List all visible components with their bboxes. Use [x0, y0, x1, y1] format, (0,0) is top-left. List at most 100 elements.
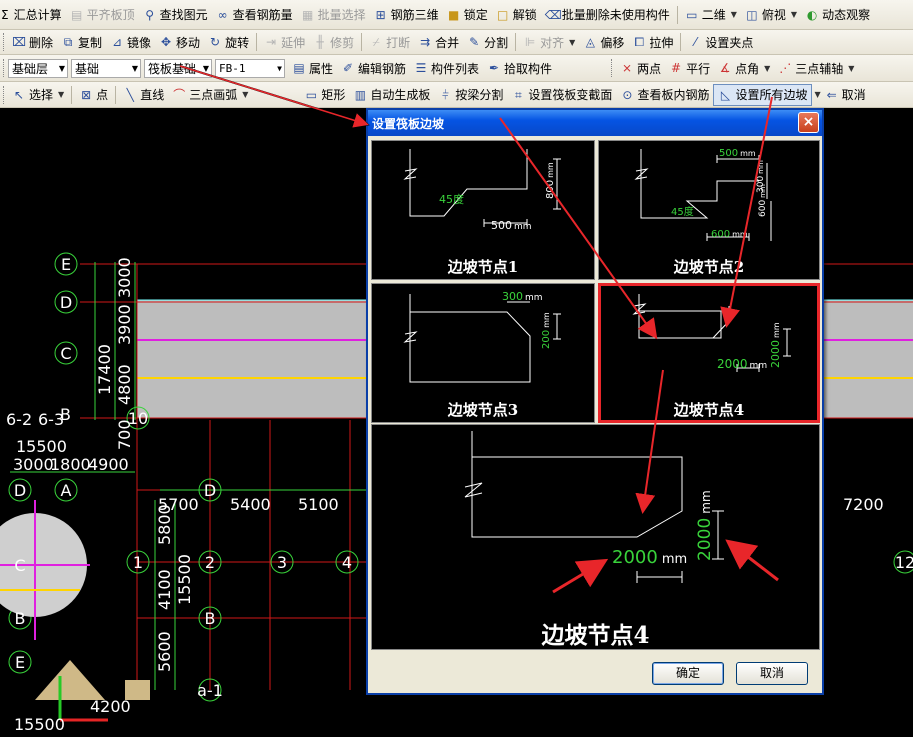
- unlock-button[interactable]: □ 解锁: [492, 4, 541, 26]
- extend-label: 延伸: [281, 35, 306, 50]
- axis-label: E: [61, 255, 71, 274]
- properties-label: 属性: [309, 61, 334, 76]
- close-button[interactable]: ×: [798, 112, 819, 133]
- line-icon: ╲: [126, 87, 134, 102]
- cancel-button[interactable]: 取消: [736, 662, 808, 685]
- mirror-button[interactable]: ⊿ 镜像: [106, 31, 155, 53]
- view-2d-dropdown[interactable]: ▭ 二维 ▼: [681, 4, 741, 26]
- slope-option-1[interactable]: 45度 500 mm 800mm 边坡节点1: [371, 140, 595, 280]
- merge-button[interactable]: ⇉ 合并: [414, 31, 463, 53]
- floor-select[interactable]: 基础层 ▼: [8, 58, 68, 78]
- trim-button[interactable]: ╫ 修剪: [309, 31, 358, 53]
- arc-tool-dropdown[interactable]: ⌒ 三点画弧 ▼: [168, 84, 252, 106]
- element-list-label: 构件列表: [431, 61, 480, 76]
- copy-button[interactable]: ⧉ 复制: [57, 31, 106, 53]
- batch-delete-unused-button[interactable]: ⌫ 批量删除未使用构件: [541, 4, 674, 26]
- point-tool-button[interactable]: ⊠ 点: [75, 84, 112, 106]
- point-angle-dropdown[interactable]: ∡ 点角 ▼: [714, 57, 774, 79]
- top-view-dropdown[interactable]: ◫ 俯视 ▼: [741, 4, 801, 26]
- batch-select-button[interactable]: ▦ 批量选择: [297, 4, 370, 26]
- toolbar-row-3: 基础层 ▼ 基础 ▼ 筏板基础 ▼ FB-1 ▼ ▤ 属性 ✐ 编辑钢筋 ☰ 构件列表 ✒ 拾取…: [0, 55, 913, 82]
- cancel-slope-button[interactable]: ⇐ 取消: [821, 84, 870, 106]
- element-list-button[interactable]: ☰ 构件列表: [410, 57, 483, 79]
- pick-element-button[interactable]: ✒ 拾取构件: [483, 57, 556, 79]
- break-button[interactable]: ⌿ 打断: [365, 31, 414, 53]
- set-raft-section-button[interactable]: ⌗ 设置筏板变截面: [507, 84, 616, 106]
- dropdown-arrow-icon: ▼: [569, 37, 576, 47]
- rotate-button[interactable]: ↻ 旋转: [204, 31, 253, 53]
- element-type-select[interactable]: 筏板基础 ▼: [144, 58, 212, 78]
- properties-button[interactable]: ▤ 属性: [288, 57, 337, 79]
- ok-button[interactable]: 确定: [652, 662, 724, 685]
- align-icon: ⊫: [524, 35, 536, 49]
- batch-delete-unused-label: 批量删除未使用构件: [561, 8, 670, 22]
- dim-value: 1800: [50, 455, 91, 474]
- dim-value: 4800: [115, 364, 134, 405]
- edit-rebar-button[interactable]: ✐ 编辑钢筋: [337, 57, 410, 79]
- view-slab-rebar-button[interactable]: ⊙ 查看板内钢筋: [616, 84, 713, 106]
- summary-calc-button[interactable]: 汇总计算: [10, 4, 66, 26]
- parallel-button[interactable]: # 平行: [665, 57, 714, 79]
- split-button[interactable]: ✎ 分割: [463, 31, 512, 53]
- offset-icon: ◬: [585, 35, 595, 49]
- extend-button[interactable]: ⇥ 延伸: [260, 31, 309, 53]
- three-point-axis-button[interactable]: ⋰ 三点辅轴 ▼: [774, 57, 858, 79]
- point-angle-icon: ∡: [719, 61, 731, 75]
- set-all-slopes-button[interactable]: ◺ 设置所有边坡: [713, 83, 813, 106]
- split-label: 分割: [484, 35, 509, 50]
- stretch-button[interactable]: ⧠ 拉伸: [628, 31, 677, 53]
- select-dropdown[interactable]: ↖ 选择 ▼: [8, 84, 68, 106]
- flush-slab-top-button[interactable]: ▤ 平齐板顶: [66, 4, 139, 26]
- plane-icon: ▭: [686, 7, 698, 22]
- delete-button[interactable]: ⌧ 删除: [8, 31, 57, 53]
- two-points-label: 两点: [637, 61, 662, 76]
- set-raft-slope-dialog: 设置筏板边坡 × 45度 500 mm 800mm 边坡节点1 500 mm 3…: [366, 108, 824, 695]
- dialog-titlebar[interactable]: 设置筏板边坡 ×: [368, 110, 822, 136]
- dynamic-observe-button[interactable]: ◐ 动态观察: [801, 4, 874, 26]
- slope-option-4[interactable]: 2000 mm 2000mm 边坡节点4: [598, 283, 820, 423]
- view-rebar-icon: ⊙: [622, 87, 633, 102]
- dim-value: 7200: [843, 495, 884, 514]
- toolbar-grip[interactable]: [3, 59, 6, 77]
- split-icon: ✎: [469, 35, 480, 49]
- view-rebar-qty-button[interactable]: ∞ 查看钢筋量: [212, 4, 297, 26]
- dropdown-arrow-icon: ▼: [764, 63, 771, 73]
- two-points-button[interactable]: ⨯ 两点: [616, 57, 665, 79]
- parallel-icon: #: [671, 61, 682, 75]
- toolbar-grip[interactable]: [3, 85, 6, 104]
- dim-value: 5400: [230, 495, 271, 514]
- rebar-3d-button[interactable]: ⊞ 钢筋三维: [370, 4, 443, 26]
- auto-gen-slab-button[interactable]: ▥ 自动生成板: [349, 84, 434, 106]
- element-name-select[interactable]: FB-1 ▼: [215, 58, 285, 78]
- slope-option-3[interactable]: 300 mm 200mm 边坡节点3: [371, 283, 595, 423]
- unlock-label: 解锁: [512, 8, 537, 22]
- cancel-slope-label: 取消: [841, 88, 866, 102]
- align-dropdown[interactable]: ⊫ 对齐 ▼: [519, 31, 579, 53]
- toolbar-separator: [676, 5, 678, 24]
- rect-tool-button[interactable]: ▭ 矩形: [300, 84, 349, 106]
- merge-icon: ⇉: [420, 35, 431, 49]
- slope-option-2[interactable]: 500 mm 300mm 600mm 45度 600 mm 边坡节点2: [598, 140, 820, 280]
- find-element-button[interactable]: ⚲ 查找图元: [139, 4, 212, 26]
- category-select[interactable]: 基础 ▼: [71, 58, 141, 78]
- eyedropper-icon: ✒: [489, 61, 500, 75]
- dropdown-arrow-icon: ▼: [277, 63, 282, 73]
- arc-icon: ⌒: [173, 87, 186, 102]
- set-grip-button[interactable]: ⁄ 设置夹点: [684, 31, 757, 53]
- slope-option-label: 边坡节点1: [447, 258, 519, 276]
- dim-value: 4200: [90, 697, 131, 716]
- move-button[interactable]: ✥ 移动: [155, 31, 204, 53]
- set-raft-section-label: 设置筏板变截面: [528, 88, 613, 102]
- trim-label: 修剪: [330, 35, 355, 50]
- toolbar-grip[interactable]: [611, 59, 614, 77]
- lock-button[interactable]: ■ 锁定: [443, 4, 492, 26]
- line-tool-button[interactable]: ╲ 直线: [119, 84, 168, 106]
- angle-label: 45度: [439, 192, 464, 206]
- view-slab-rebar-label: 查看板内钢筋: [637, 88, 710, 102]
- set-grip-label: 设置夹点: [705, 35, 754, 50]
- dim-label: 2000mm: [612, 547, 687, 568]
- rebar-3d-icon: ⊞: [375, 7, 386, 22]
- toolbar-grip[interactable]: [3, 33, 6, 51]
- split-by-beam-button[interactable]: ⫩ 按梁分割: [434, 84, 507, 106]
- offset-button[interactable]: ◬ 偏移: [579, 31, 628, 53]
